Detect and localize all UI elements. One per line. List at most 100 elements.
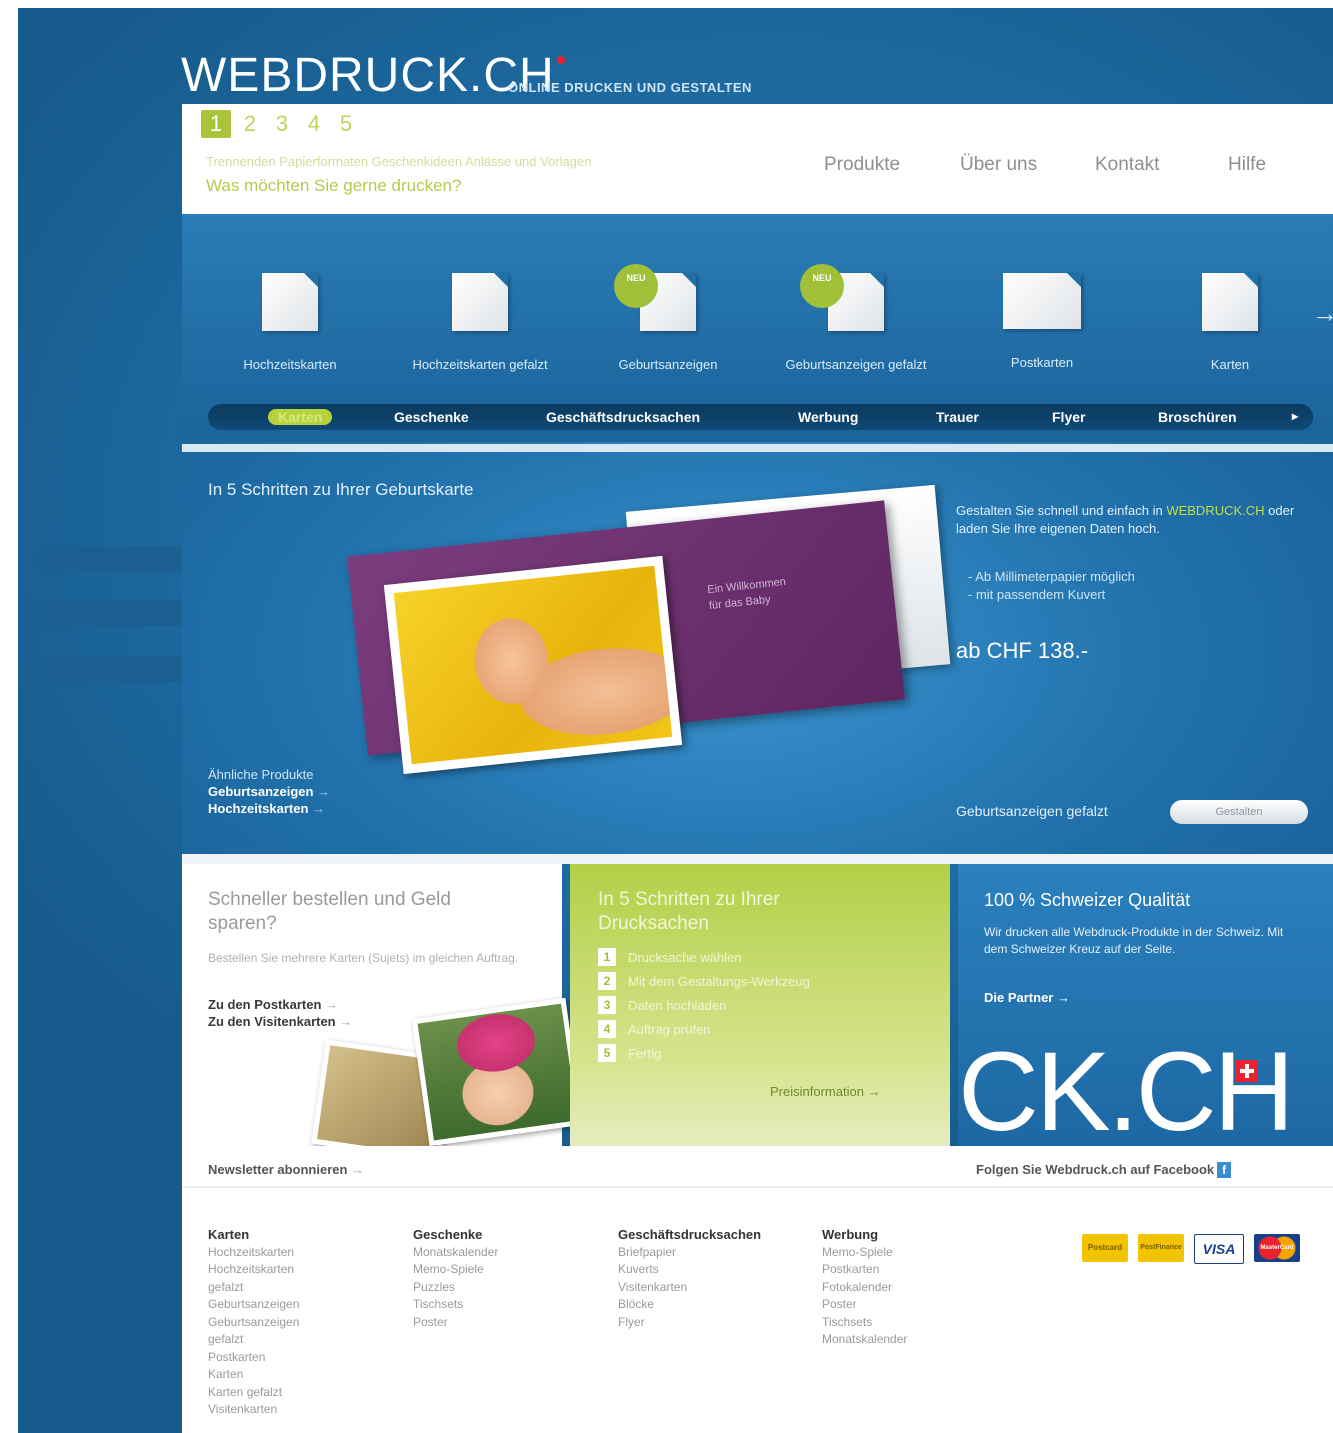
swiss-cross-icon <box>1236 1060 1258 1082</box>
hero-button-label: Geburtsanzeigen gefalzt <box>956 803 1108 819</box>
product-geburtsanzeigen[interactable]: Geburtsanzeigen <box>578 273 758 372</box>
footer-link[interactable]: gefalzt <box>208 1331 299 1349</box>
product-label: Geburtsanzeigen <box>618 357 718 372</box>
step-2[interactable]: 2 <box>237 110 263 138</box>
promo-text: Bestellen Sie mehrere Karten (Sujets) im… <box>208 951 519 965</box>
product-label: Hochzeitskarten gefalzt <box>412 357 548 372</box>
footer-link[interactable]: Briefpapier <box>618 1244 761 1262</box>
footer-link[interactable]: Hochzeitskarten <box>208 1244 299 1262</box>
footer-link[interactable]: Geburtsanzeigen <box>208 1314 299 1332</box>
footer-link[interactable]: Karten gefalzt <box>208 1384 299 1402</box>
product-karten[interactable]: Karten <box>1140 273 1320 372</box>
preisinformation-link[interactable]: Preisinformation → <box>770 1084 881 1099</box>
similar-products: Ähnliche Produkte Geburtsanzeigen → Hoch… <box>208 767 331 816</box>
card-icon <box>1202 273 1258 331</box>
step-item: 3 Daten hochladen <box>598 996 810 1014</box>
step-number-icon: 5 <box>598 1044 616 1062</box>
footer-link[interactable]: Kuverts <box>618 1261 761 1279</box>
step-3[interactable]: 3 <box>269 110 295 138</box>
postfinance-icon: PostFinance <box>1138 1234 1184 1262</box>
hero-info: Gestalten Sie schnell und einfach in WEB… <box>956 503 1295 536</box>
step-question: Was möchten Sie gerne drucken? <box>206 176 462 195</box>
footer-link[interactable]: Memo-Spiele <box>822 1244 907 1262</box>
product-label: Geburtsanzeigen gefalzt <box>785 357 927 372</box>
footer-link[interactable]: Blöcke <box>618 1296 761 1314</box>
gestalten-button[interactable]: Gestalten <box>1170 800 1308 824</box>
footer-link[interactable]: Postkarten <box>208 1349 299 1367</box>
divider <box>182 444 1333 452</box>
footer-link[interactable]: Monatskalender <box>822 1331 907 1349</box>
footer-link[interactable]: Puzzles <box>413 1279 498 1297</box>
nav-produkte[interactable]: Produkte <box>824 154 960 176</box>
footer-col-geschaeftsdrucksachen: Geschäftsdrucksachen Briefpapier Kuverts… <box>618 1226 761 1331</box>
category-next-icon[interactable]: ▸ <box>1292 409 1298 423</box>
footer-link[interactable]: Visitenkarten <box>208 1401 299 1419</box>
partner-link[interactable]: Die Partner → <box>984 990 1070 1005</box>
promo-title: Schneller bestellen und Geld sparen? <box>208 889 451 934</box>
card-icon <box>262 273 318 331</box>
arrow-right-icon[interactable]: → <box>1312 298 1333 329</box>
link-visitenkarten[interactable]: Zu den Visitenkarten <box>208 1014 336 1029</box>
footer-link[interactable]: Poster <box>822 1296 907 1314</box>
steps-title: In 5 Schritten zu Ihrer Drucksachen <box>598 889 780 934</box>
new-badge: NEU <box>800 264 844 308</box>
card-icon <box>1003 273 1081 329</box>
newsletter-link[interactable]: Newsletter abonnieren → <box>208 1162 364 1177</box>
footer-link[interactable]: Visitenkarten <box>618 1279 761 1297</box>
category-flyer[interactable]: Flyer <box>1052 409 1085 425</box>
footer-col-werbung: Werbung Memo-Spiele Postkarten Fotokalen… <box>822 1226 907 1349</box>
price: ab CHF 138.- <box>956 638 1089 663</box>
product-postkarten[interactable]: Postkarten <box>952 273 1132 370</box>
product-label: Postkarten <box>1010 355 1074 370</box>
footer-col-karten: Karten Hochzeitskarten Hochzeitskarten g… <box>208 1226 299 1419</box>
product-geburtsanzeigen-gefalzt[interactable]: Geburtsanzeigen gefalzt <box>766 273 946 372</box>
nav-hilfe[interactable]: Hilfe <box>1228 154 1266 176</box>
nav-kontakt[interactable]: Kontakt <box>1095 154 1228 176</box>
footer-link[interactable]: Postkarten <box>822 1261 907 1279</box>
side-stripe <box>38 656 182 682</box>
category-trauer[interactable]: Trauer <box>936 409 979 425</box>
footer-link[interactable]: Tischsets <box>822 1314 907 1332</box>
footer-link[interactable]: Hochzeitskarten <box>208 1261 299 1279</box>
new-badge: NEU <box>614 264 658 308</box>
category-karten[interactable]: Karten <box>268 409 333 425</box>
footer-link[interactable]: Geburtsanzeigen <box>208 1296 299 1314</box>
step-5[interactable]: 5 <box>333 110 359 138</box>
product-hochzeitskarten[interactable]: Hochzeitskarten <box>200 273 380 372</box>
step-1[interactable]: 1 <box>201 110 231 138</box>
footer-link[interactable]: Fotokalender <box>822 1279 907 1297</box>
footer-link[interactable]: Karten <box>208 1366 299 1384</box>
footer-link[interactable]: Tischsets <box>413 1296 498 1314</box>
footer-link[interactable]: Poster <box>413 1314 498 1332</box>
similar-link-geburtsanzeigen[interactable]: Geburtsanzeigen <box>208 784 313 799</box>
postcard-icon: Postcard <box>1082 1234 1128 1262</box>
category-broschueren[interactable]: Broschüren <box>1158 409 1237 425</box>
category-geschaeftsdrucksachen[interactable]: Geschäftsdrucksachen <box>546 409 700 425</box>
footer-link[interactable]: Flyer <box>618 1314 761 1332</box>
step-description: Trennenden Papierformaten Geschenkideen … <box>206 154 592 169</box>
side-stripe <box>38 546 182 572</box>
step-4[interactable]: 4 <box>301 110 327 138</box>
footer-link[interactable]: Monatskalender <box>413 1244 498 1262</box>
mastercard-icon: MasterCard <box>1254 1234 1300 1262</box>
category-werbung[interactable]: Werbung <box>798 409 858 425</box>
link-postkarten[interactable]: Zu den Postkarten <box>208 997 321 1012</box>
category-geschenke[interactable]: Geschenke <box>394 409 469 425</box>
main-nav: Produkte Über uns Kontakt Hilfe <box>824 154 1266 176</box>
footer-divider <box>182 1186 1333 1188</box>
product-hochzeitskarten-gefalzt[interactable]: Hochzeitskarten gefalzt <box>390 273 570 372</box>
step-item: 4 Auftrag prüfen <box>598 1020 810 1038</box>
step-number-icon: 1 <box>598 948 616 966</box>
nav-ueber-uns[interactable]: Über uns <box>960 154 1095 176</box>
step-number-icon: 2 <box>598 972 616 990</box>
quality-title: 100 % Schweizer Qualität <box>984 890 1191 910</box>
category-bar <box>208 404 1313 430</box>
similar-link-hochzeitskarten[interactable]: Hochzeitskarten <box>208 801 308 816</box>
facebook-link[interactable]: Folgen Sie Webdruck.ch auf Facebook f <box>976 1162 1232 1178</box>
promo-links: Zu den Postkarten → Zu den Visitenkarten… <box>208 997 353 1029</box>
footer-link[interactable]: Memo-Spiele <box>413 1261 498 1279</box>
footer-link[interactable]: gefalzt <box>208 1279 299 1297</box>
product-label: Karten <box>1210 357 1250 372</box>
facebook-icon: f <box>1217 1162 1232 1178</box>
step-item: 1 Drucksache wählen <box>598 948 810 966</box>
